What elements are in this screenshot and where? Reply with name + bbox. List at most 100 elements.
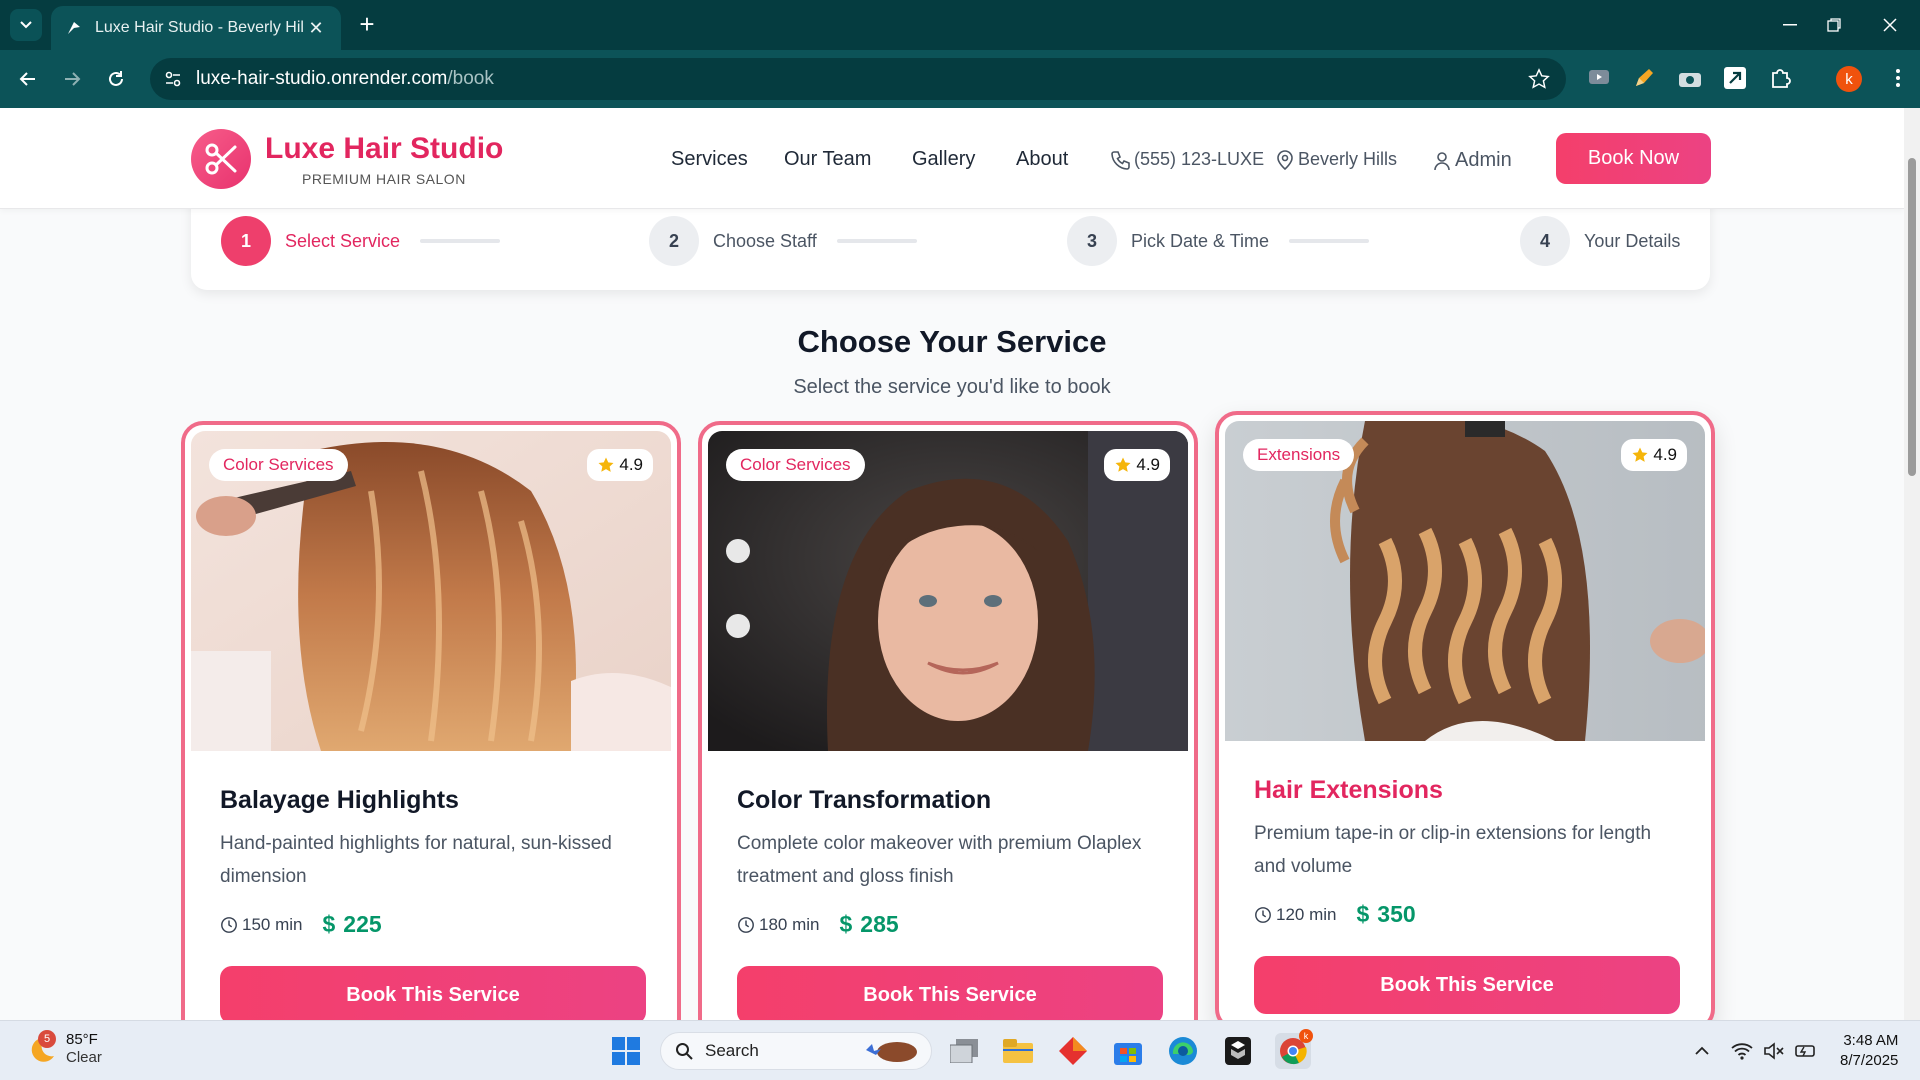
forward-button[interactable] xyxy=(56,63,88,95)
step-label: Choose Staff xyxy=(713,230,817,251)
taskbar-search[interactable]: Search xyxy=(660,1032,932,1070)
app-diamond-icon[interactable] xyxy=(1055,1033,1091,1069)
book-service-button[interactable]: Book This Service xyxy=(737,966,1163,1020)
site-favicon-icon xyxy=(68,22,80,34)
browser-menu-icon[interactable] xyxy=(1884,64,1912,92)
browser-tab-active[interactable]: Luxe Hair Studio - Beverly Hills | ✕ xyxy=(51,6,341,50)
app-shield-icon[interactable] xyxy=(1220,1033,1256,1069)
service-card[interactable]: Color Services 4.9 Balayage Highlights H… xyxy=(181,421,681,1020)
clock-date: 8/7/2025 xyxy=(1840,1052,1899,1069)
tab-title: Luxe Hair Studio - Beverly Hills | xyxy=(95,19,305,36)
admin-text: Admin xyxy=(1455,149,1512,171)
rating-value: 4.9 xyxy=(1653,445,1677,464)
close-window-button[interactable] xyxy=(1870,12,1910,38)
extension-pencil-icon[interactable] xyxy=(1630,64,1658,92)
scissors-icon xyxy=(205,143,237,175)
profile-avatar[interactable]: k xyxy=(1836,66,1862,92)
step-pick-date-time[interactable]: 3 Pick Date & Time xyxy=(1067,216,1370,266)
task-view-icon[interactable] xyxy=(946,1033,982,1069)
extension-media-icon[interactable] xyxy=(1585,64,1613,92)
phone-icon xyxy=(1111,150,1130,170)
weather-desc: Clear xyxy=(66,1049,102,1066)
extensions-puzzle-icon[interactable] xyxy=(1766,64,1794,92)
category-badge: Color Services xyxy=(209,449,348,481)
clock-icon xyxy=(738,916,754,933)
url-text: luxe-hair-studio.onrender.com/book xyxy=(196,68,494,90)
page-scrollbar[interactable] xyxy=(1904,108,1920,1020)
book-service-button[interactable]: Book This Service xyxy=(1254,956,1680,1014)
file-explorer-icon[interactable] xyxy=(1000,1033,1036,1069)
minimize-button[interactable] xyxy=(1770,12,1810,38)
category-badge: Extensions xyxy=(1243,439,1355,471)
windows-logo-icon xyxy=(612,1037,640,1065)
brand-name[interactable]: Luxe Hair Studio xyxy=(265,132,503,166)
back-button[interactable] xyxy=(12,63,44,95)
url-host: luxe-hair-studio.onrender.com xyxy=(196,68,448,89)
service-meta: 120 min $ 350 xyxy=(1254,901,1416,928)
chrome-taskbar-icon[interactable]: k xyxy=(1275,1029,1313,1069)
search-label: Search xyxy=(705,1041,759,1060)
admin-link[interactable]: Admin xyxy=(1433,149,1512,172)
dollar-icon: $ xyxy=(839,911,853,937)
service-name: Hair Extensions xyxy=(1254,776,1443,804)
service-meta: 180 min $ 285 xyxy=(737,911,899,938)
system-clock[interactable]: 3:48 AM 8/7/2025 xyxy=(1840,1031,1898,1071)
phone-link[interactable]: (555) 123-LUXE xyxy=(1110,149,1264,170)
duration-text: 120 min xyxy=(1276,904,1337,924)
site-header: Luxe Hair Studio PREMIUM HAIR SALON Serv… xyxy=(0,108,1904,209)
nav-our-team[interactable]: Our Team xyxy=(784,148,871,171)
service-card[interactable]: Extensions 4.9 Hair Extensions Premium t… xyxy=(1215,411,1715,1020)
step-number: 3 xyxy=(1067,216,1117,266)
tab-close-icon[interactable]: ✕ xyxy=(305,18,327,39)
microsoft-store-icon[interactable] xyxy=(1110,1033,1146,1069)
show-hidden-icons-chevron-up-icon[interactable] xyxy=(1684,1033,1720,1069)
weather-widget[interactable]: 5 85°F Clear xyxy=(24,1030,102,1067)
extension-arrow-icon[interactable] xyxy=(1721,64,1749,92)
location-link[interactable]: Beverly Hills xyxy=(1276,149,1397,170)
reload-button[interactable] xyxy=(100,63,132,95)
book-service-button[interactable]: Book This Service xyxy=(220,966,646,1020)
step-your-details[interactable]: 4 Your Details xyxy=(1520,216,1680,266)
weather-alert-badge: 5 xyxy=(38,1030,56,1048)
rating-badge: 4.9 xyxy=(1104,449,1170,481)
nav-services[interactable]: Services xyxy=(671,148,748,171)
step-choose-staff[interactable]: 2 Choose Staff xyxy=(649,216,917,266)
location-text: Beverly Hills xyxy=(1298,149,1398,169)
address-bar[interactable]: luxe-hair-studio.onrender.com/book xyxy=(150,58,1566,100)
step-number: 4 xyxy=(1520,216,1570,266)
dollar-icon: $ xyxy=(1356,901,1370,927)
extension-camera-icon[interactable] xyxy=(1676,64,1704,92)
step-label: Your Details xyxy=(1584,230,1681,251)
service-card[interactable]: Color Services 4.9 Color Transformation … xyxy=(698,421,1198,1020)
nav-about[interactable]: About xyxy=(1016,148,1068,171)
duration-text: 150 min xyxy=(242,914,303,934)
start-button[interactable] xyxy=(608,1033,644,1069)
step-select-service[interactable]: 1 Select Service xyxy=(221,216,501,266)
volume-muted-icon[interactable] xyxy=(1756,1033,1792,1069)
service-price: $ 285 xyxy=(839,911,898,938)
service-duration: 150 min xyxy=(220,915,302,935)
site-info-icon[interactable] xyxy=(164,70,182,88)
restore-button[interactable] xyxy=(1814,12,1854,38)
service-price: $ 350 xyxy=(1356,901,1415,928)
scrollbar-thumb[interactable] xyxy=(1908,158,1916,476)
service-photo: Color Services 4.9 xyxy=(191,431,671,751)
bookmark-star-icon[interactable] xyxy=(1528,68,1550,90)
star-icon xyxy=(1632,447,1648,462)
user-icon xyxy=(1434,151,1450,170)
service-photo: Color Services 4.9 xyxy=(708,431,1188,751)
wifi-icon[interactable] xyxy=(1724,1033,1760,1069)
reload-icon xyxy=(109,71,123,86)
step-connector xyxy=(1289,239,1370,243)
battery-icon[interactable] xyxy=(1788,1033,1824,1069)
book-now-button[interactable]: Book Now xyxy=(1556,133,1711,184)
step-connector xyxy=(420,239,501,243)
step-number: 1 xyxy=(221,216,271,266)
rating-value: 4.9 xyxy=(1136,455,1160,474)
brand-tagline: PREMIUM HAIR SALON xyxy=(302,171,466,187)
tab-search-button[interactable] xyxy=(10,9,42,41)
nav-gallery[interactable]: Gallery xyxy=(912,148,975,171)
new-tab-button[interactable]: + xyxy=(352,10,382,40)
edge-browser-icon[interactable] xyxy=(1165,1033,1201,1069)
logo[interactable] xyxy=(191,129,251,189)
